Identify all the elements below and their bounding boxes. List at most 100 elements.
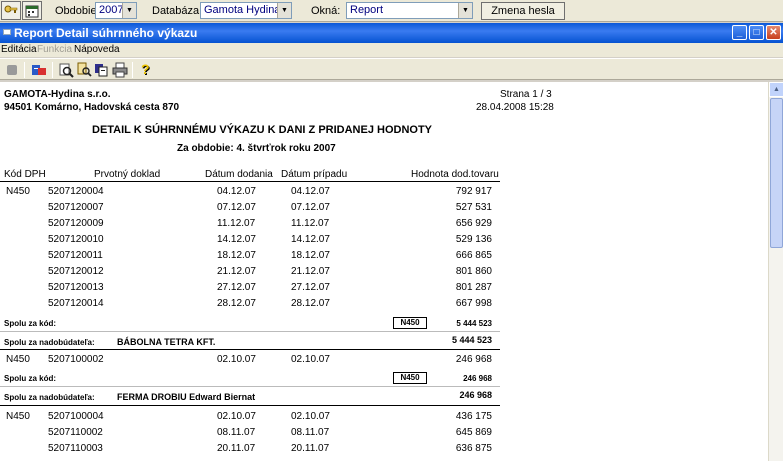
table-cell-value: 529 136	[455, 234, 492, 245]
table-cell-doc: 5207100002	[48, 354, 104, 365]
scroll-up-icon[interactable]: ▲	[769, 82, 783, 97]
table-cell-case: 11.12.07	[291, 218, 330, 229]
report-toolbar: ??	[0, 58, 783, 80]
table-cell-case: 02.10.07	[291, 354, 330, 365]
table-cell-doc: 5207120004	[48, 186, 104, 197]
table-cell-doc: 5207120009	[48, 218, 104, 229]
header-divider	[0, 181, 500, 182]
windows-select[interactable]: Report ▼	[346, 2, 473, 19]
period-select[interactable]: 2007 ▼	[95, 2, 137, 19]
table-cell-value: 801 287	[455, 282, 492, 293]
chevron-down-icon[interactable]: ▼	[277, 3, 291, 18]
menu-item-funkcia[interactable]: Funkcia	[37, 44, 72, 55]
report-title: DETAIL K SÚHRNNÉMU VÝKAZU K DANI Z PRIDA…	[92, 124, 432, 136]
toolbar-separator	[24, 62, 25, 78]
table-cell-delivery: 14.12.07	[217, 234, 256, 245]
database-label: Databáza:	[152, 5, 203, 17]
table-cell-case: 20.11.07	[291, 443, 330, 454]
table-cell-delivery: 11.12.07	[217, 218, 256, 229]
key-icon[interactable]	[1, 1, 21, 20]
table-cell-delivery: 27.12.07	[217, 282, 256, 293]
table-cell-delivery: 07.12.07	[217, 202, 256, 213]
report-period: Za obdobie: 4. štvrťrok roku 2007	[177, 143, 336, 154]
stop-icon[interactable]	[4, 62, 20, 78]
pages-icon[interactable]	[94, 62, 110, 78]
column-value: Hodnota dod.tovaru	[411, 169, 499, 180]
table-cell-doc: 5207100004	[48, 411, 104, 422]
period-label: Obdobie:	[55, 5, 100, 17]
search-icon[interactable]	[76, 62, 92, 78]
divider	[0, 386, 500, 387]
svg-text:?: ?	[141, 62, 150, 77]
group2-acquirer-total: 246 968	[459, 390, 492, 400]
toolbar-separator	[132, 62, 133, 78]
zoom-icon[interactable]	[58, 62, 74, 78]
table-cell-case: 02.10.07	[291, 411, 330, 422]
table-cell-value: 436 175	[455, 411, 492, 422]
window-title-bar[interactable]: Report Detail súhrnného výkazu _ □ ✕	[0, 23, 783, 43]
change-password-button[interactable]: Zmena hesla	[481, 2, 565, 20]
window-title: Report Detail súhrnného výkazu	[14, 26, 198, 40]
table-cell-case: 07.12.07	[291, 202, 330, 213]
table-cell-value: 666 865	[455, 250, 492, 261]
table-cell-delivery: 21.12.07	[217, 266, 256, 277]
page-number: Strana 1 / 3	[500, 89, 552, 100]
app-window: Obdobie: 2007 ▼ Databáza: Gamota Hydina …	[0, 0, 783, 461]
group1-subtotal-value: 5 444 523	[456, 319, 492, 328]
windows-label: Okná:	[311, 5, 341, 17]
maximize-icon[interactable]: □	[749, 25, 764, 40]
group1-acquirer-total: 5 444 523	[451, 335, 492, 345]
chevron-down-icon[interactable]: ▼	[122, 3, 136, 18]
menu-bar: Editácia Funkcia Nápoveda	[0, 43, 783, 57]
table-cell-doc: 5207110002	[48, 427, 103, 438]
table-cell-code: N450	[6, 411, 30, 422]
table-cell-value: 246 968	[455, 354, 492, 365]
table-cell-value: 656 929	[455, 218, 492, 229]
table-cell-delivery: 08.11.07	[217, 427, 256, 438]
table-cell-delivery: 02.10.07	[217, 411, 256, 422]
calendar-icon[interactable]	[22, 1, 42, 20]
divider	[0, 405, 500, 406]
column-vat-code: Kód DPH	[4, 169, 46, 180]
table-cell-code: N450	[6, 354, 30, 365]
group1-subtotal-label: Spolu za kód:	[4, 319, 56, 328]
table-cell-case: 27.12.07	[291, 282, 330, 293]
table-cell-value: 667 998	[455, 298, 492, 309]
chevron-down-icon[interactable]: ▼	[458, 3, 472, 18]
table-cell-value: 527 531	[455, 202, 492, 213]
windows-value: Report	[350, 4, 384, 16]
table-cell-code: N450	[6, 186, 30, 197]
group1-acquirer-name: BÁBOLNA TETRA KFT.	[117, 337, 216, 347]
print-icon[interactable]	[112, 62, 128, 78]
menu-item-napoveda[interactable]: Nápoveda	[74, 44, 120, 55]
scroll-thumb[interactable]	[770, 98, 783, 248]
database-select[interactable]: Gamota Hydina ▼	[200, 2, 292, 19]
export-icon[interactable]	[31, 62, 47, 78]
report-datetime: 28.04.2008 15:28	[476, 102, 554, 113]
minimize-icon[interactable]: _	[732, 25, 747, 40]
company-address: 94501 Komárno, Hadovská cesta 870	[4, 102, 180, 113]
menu-item-editacia[interactable]: Editácia	[1, 44, 37, 55]
vertical-scrollbar[interactable]: ▲	[768, 82, 783, 461]
table-cell-value: 801 860	[455, 266, 492, 277]
table-cell-case: 14.12.07	[291, 234, 330, 245]
company-name: GAMOTA-Hydina s.r.o.	[4, 89, 111, 100]
table-cell-value: 645 869	[455, 427, 492, 438]
table-cell-doc: 5207110003	[48, 443, 103, 454]
divider	[0, 349, 500, 350]
table-cell-doc: 5207120011	[48, 250, 103, 261]
group1-acquirer-label: Spolu za nadobúdateľa:	[4, 338, 95, 347]
database-value: Gamota Hydina	[204, 4, 281, 16]
window-icon	[3, 29, 11, 35]
table-cell-delivery: 02.10.07	[217, 354, 256, 365]
toolbar-separator	[52, 62, 53, 78]
table-cell-doc: 5207120014	[48, 298, 104, 309]
help-icon[interactable]: ??	[138, 62, 154, 78]
table-cell-doc: 5207120012	[48, 266, 104, 277]
divider	[0, 331, 500, 332]
close-icon[interactable]: ✕	[766, 25, 781, 40]
table-cell-case: 28.12.07	[291, 298, 330, 309]
group2-acquirer-label: Spolu za nadobúdateľa:	[4, 393, 95, 402]
top-toolbar: Obdobie: 2007 ▼ Databáza: Gamota Hydina …	[0, 0, 783, 22]
table-cell-case: 04.12.07	[291, 186, 330, 197]
